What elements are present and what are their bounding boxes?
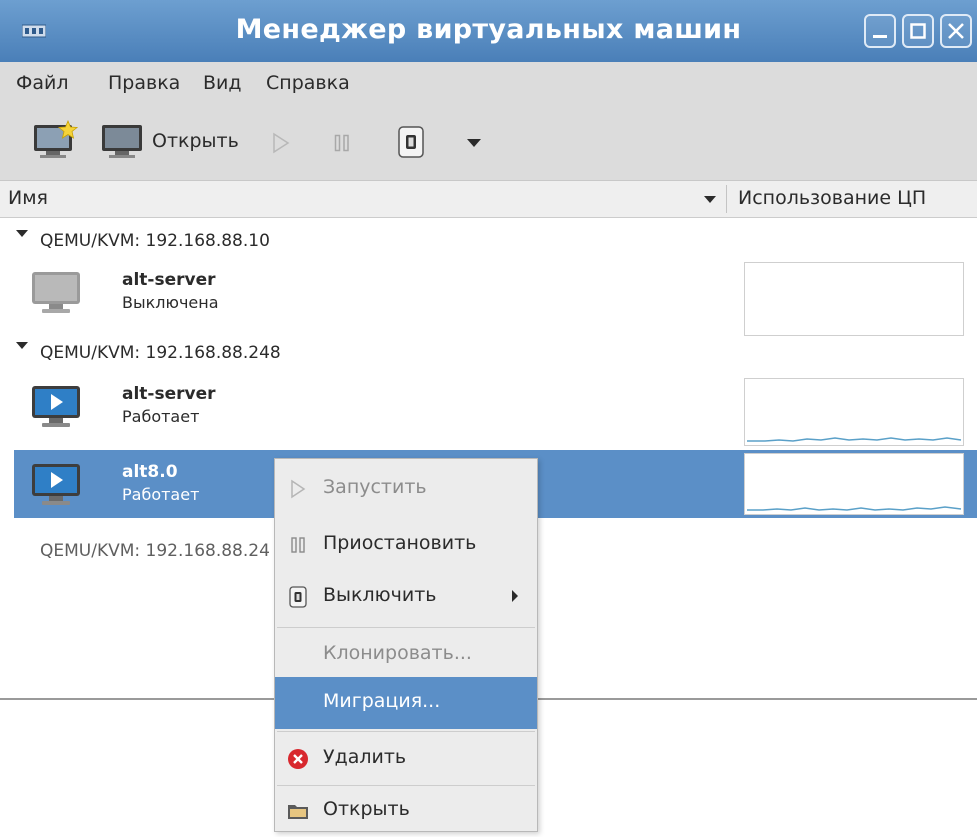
chevron-down-icon [467, 139, 481, 147]
menu-item-shutdown[interactable]: Выключить [275, 571, 537, 623]
menu-help[interactable]: Справка [266, 72, 350, 94]
cpu-usage-line [747, 437, 962, 442]
pause-icon [334, 134, 341, 152]
vm-status: Работает [122, 407, 200, 426]
vm-name: alt-server [122, 384, 216, 404]
menu-item-label: Приостановить [323, 532, 477, 554]
menu-item-label: Клонировать... [323, 642, 472, 664]
column-cpu-usage[interactable]: Использование ЦП [738, 187, 926, 209]
vm-running-icon [32, 386, 80, 427]
connection-row[interactable]: QEMU/KVM: 192.168.88.248 [0, 334, 977, 370]
menu-item-open[interactable]: Открыть [275, 785, 537, 837]
menu-item-run[interactable]: Запустить [275, 463, 537, 515]
pause-button[interactable] [334, 134, 350, 152]
menu-item-label: Миграция... [323, 690, 441, 712]
vm-name: alt-server [122, 270, 216, 290]
open-button[interactable]: Открыть [152, 130, 239, 152]
submenu-arrow-icon [512, 590, 518, 602]
menu-view[interactable]: Вид [203, 72, 242, 94]
monitor-icon[interactable] [100, 122, 144, 160]
play-icon [273, 132, 290, 154]
vm-running-icon [32, 464, 80, 505]
shutdown-button[interactable] [398, 126, 424, 158]
menu-item-pause[interactable]: Приостановить [275, 519, 537, 571]
menu-item-label: Открыть [323, 798, 410, 820]
menu-item-label: Выключить [323, 584, 437, 606]
window-title: Менеджер виртуальных машин [235, 14, 742, 45]
maximize-icon [910, 23, 926, 39]
menu-separator [277, 731, 535, 732]
run-button[interactable] [272, 132, 290, 154]
menu-item-delete[interactable]: Удалить [275, 733, 537, 785]
menu-item-label: Удалить [323, 746, 407, 768]
new-vm-button[interactable] [32, 120, 78, 160]
expander-icon[interactable] [16, 342, 28, 350]
vm-status: Работает [122, 485, 200, 504]
maximize-button[interactable] [902, 14, 934, 48]
menu-separator [277, 627, 535, 628]
cpu-usage-graph [744, 453, 964, 515]
connection-row[interactable]: QEMU/KVM: 192.168.88.10 [0, 222, 977, 258]
menu-bar: Файл Правка Вид Справка [0, 62, 977, 105]
minimize-icon [873, 35, 887, 38]
cpu-usage-graph [744, 262, 964, 336]
vm-row[interactable]: alt-server Работает [14, 372, 977, 446]
title-bar[interactable]: Менеджер виртуальных машин [0, 0, 977, 62]
vm-off-icon [32, 272, 80, 313]
connection-label: QEMU/KVM: 192.168.88.10 [40, 231, 270, 251]
folder-icon [288, 805, 308, 819]
play-icon [291, 479, 306, 499]
close-icon [948, 23, 964, 39]
column-name[interactable]: Имя [8, 187, 48, 209]
vm-status: Выключена [122, 293, 219, 312]
toolbar: Открыть [0, 104, 977, 181]
shutdown-menu-arrow[interactable] [466, 138, 482, 148]
pause-icon [291, 537, 305, 553]
menu-item-clone[interactable]: Клонировать... [275, 629, 537, 681]
close-button[interactable] [940, 14, 972, 48]
vm-name: alt8.0 [122, 462, 178, 482]
delete-icon [288, 749, 308, 769]
connection-label: QEMU/KVM: 192.168.88.24 [40, 541, 270, 561]
power-icon [289, 586, 307, 608]
column-separator[interactable] [726, 185, 727, 213]
connection-label: QEMU/KVM: 192.168.88.248 [40, 343, 281, 363]
vm-row[interactable]: alt-server Выключена [14, 258, 977, 336]
column-header: Имя Использование ЦП [0, 181, 977, 218]
context-menu: Запустить Приостановить Выключить Клонир… [274, 458, 538, 832]
menu-file[interactable]: Файл [16, 72, 69, 94]
menu-item-label: Запустить [323, 476, 427, 498]
cpu-usage-graph [744, 378, 964, 446]
cpu-usage-line [747, 506, 962, 511]
expander-icon[interactable] [16, 230, 28, 238]
menu-edit[interactable]: Правка [108, 72, 180, 94]
menu-item-migrate[interactable]: Миграция... [275, 677, 537, 729]
sort-arrow-icon[interactable] [703, 195, 717, 204]
minimize-button[interactable] [864, 14, 896, 48]
